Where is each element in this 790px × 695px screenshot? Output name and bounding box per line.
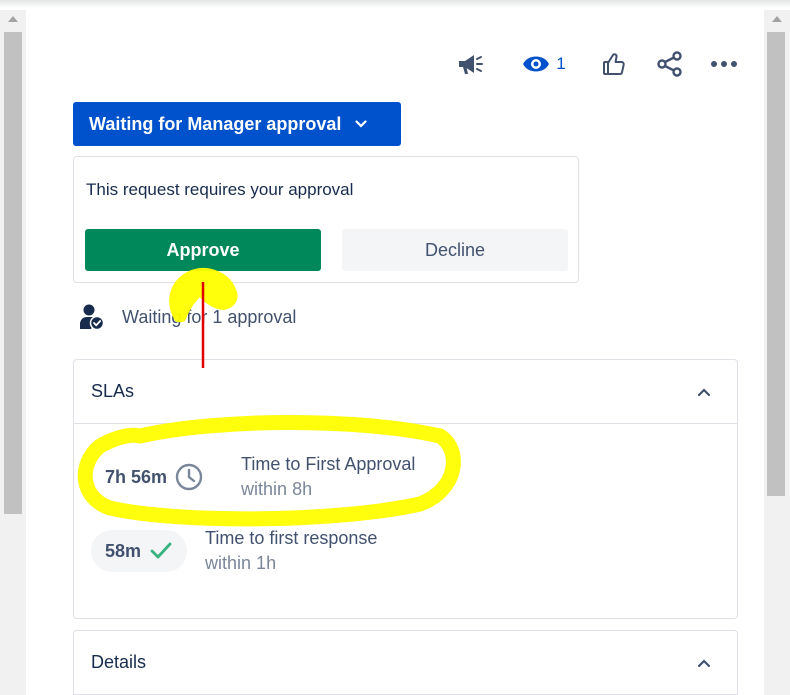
chevron-up-icon[interactable] [697, 655, 711, 673]
left-scrollbar[interactable] [0, 10, 26, 695]
status-dropdown-button[interactable]: Waiting for Manager approval [73, 102, 401, 146]
megaphone-icon [459, 55, 483, 74]
scrollbar-thumb[interactable] [767, 32, 785, 496]
sla-time-badge: 7h 56m [91, 456, 217, 498]
details-panel-header[interactable]: Details [74, 631, 737, 695]
sla-item: 7h 56m Time to First Approval within 8h [91, 452, 415, 502]
approval-prompt: This request requires your approval [86, 180, 354, 199]
waiting-text: Waiting for 1 approval [122, 306, 297, 327]
sla-goal: within 1h [205, 553, 277, 573]
watch-button[interactable]: 1 [516, 48, 572, 80]
approval-card: This request requires your approval Appr… [73, 156, 579, 283]
decline-button[interactable]: Decline [342, 229, 568, 271]
chevron-up-icon[interactable] [697, 384, 711, 402]
like-button[interactable] [598, 48, 630, 80]
chevron-down-icon [355, 120, 367, 128]
sla-panel: SLAs 7h 56m Time to First Approval withi… [73, 359, 738, 619]
eye-icon [523, 56, 550, 72]
sla-time: 58m [105, 540, 142, 561]
sla-panel-title: SLAs [91, 381, 135, 401]
sla-info: Time to First Approval within 8h [241, 452, 415, 502]
details-panel-title: Details [91, 652, 147, 672]
feedback-button[interactable] [453, 48, 485, 80]
watch-count: 1 [556, 54, 566, 73]
approve-button[interactable]: Approve [85, 229, 321, 271]
sla-goal: within 8h [241, 479, 313, 499]
approver-icon [80, 304, 105, 331]
scroll-up-arrow-icon[interactable] [8, 16, 18, 22]
more-icon [711, 61, 737, 67]
window-top-border [0, 0, 790, 8]
scroll-up-arrow-icon[interactable] [772, 16, 782, 22]
sla-item: 58m Time to first response within 1h [91, 526, 377, 576]
sla-info: Time to first response within 1h [205, 526, 377, 576]
share-icon [657, 51, 682, 77]
status-label: Waiting for Manager approval [89, 113, 342, 134]
thumbs-up-icon [603, 53, 625, 75]
details-panel: Details [73, 630, 738, 695]
check-icon [149, 541, 173, 561]
right-scrollbar[interactable] [764, 10, 790, 695]
scrollbar-thumb[interactable] [4, 32, 22, 514]
clock-icon [175, 463, 203, 491]
sla-panel-header[interactable]: SLAs [74, 360, 737, 424]
sla-name: Time to First Approval [241, 454, 416, 474]
sla-time-badge: 58m [91, 530, 188, 572]
approval-status: Waiting for 1 approval [79, 302, 296, 332]
share-button[interactable] [654, 48, 686, 80]
more-actions-button[interactable] [708, 48, 740, 80]
sla-name: Time to first response [205, 528, 378, 548]
sla-time: 7h 56m [105, 466, 168, 487]
